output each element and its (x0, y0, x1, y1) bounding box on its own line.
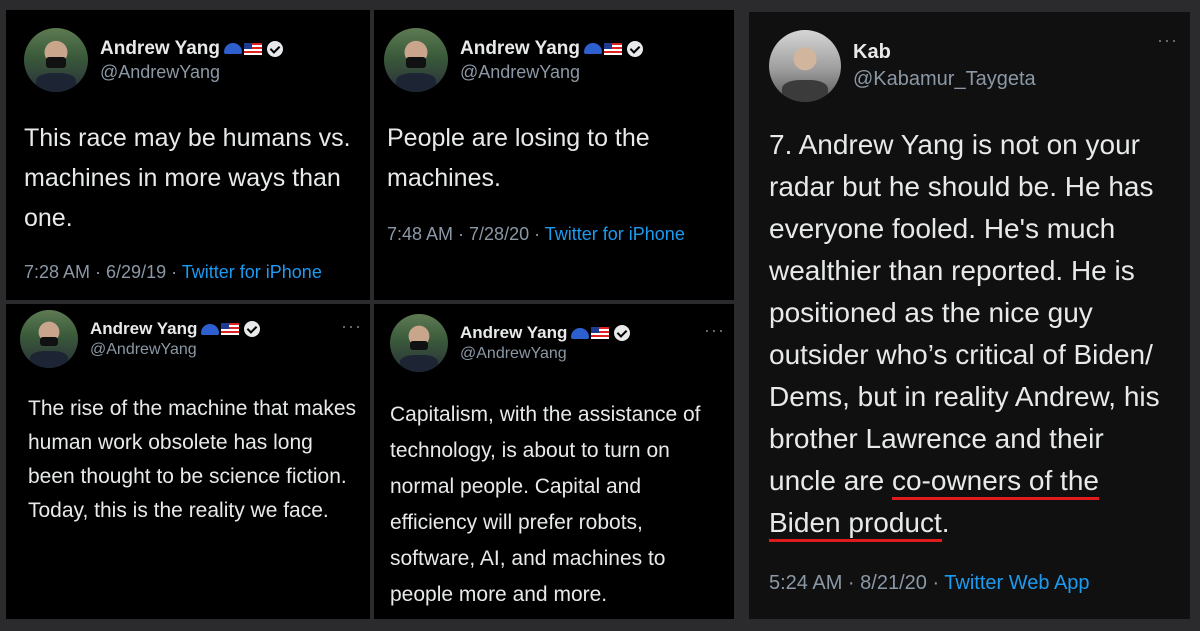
blue-cap-icon (201, 323, 220, 335)
tweet-source-link[interactable]: Twitter Web App (944, 572, 1089, 594)
avatar[interactable] (384, 28, 448, 92)
user-handle[interactable]: @AndrewYang (90, 341, 260, 359)
more-options-icon[interactable]: ··· (704, 320, 725, 341)
us-flag-icon (604, 42, 623, 55)
verified-badge-icon (614, 325, 631, 341)
display-name[interactable]: Andrew Yang (100, 38, 220, 60)
tweet-source-link[interactable]: Twitter for iPhone (182, 262, 322, 282)
display-name[interactable]: Andrew Yang (90, 319, 197, 339)
user-handle[interactable]: @AndrewYang (460, 345, 630, 363)
tweet-card-3: Andrew Yang @AndrewYang ··· The rise of … (6, 304, 370, 619)
tweet-card-1: Andrew Yang @AndrewYang This race may be… (6, 10, 370, 300)
tweet-time[interactable]: 5:24 AM · 8/21/20 · (769, 572, 944, 594)
more-options-icon[interactable]: ··· (341, 316, 362, 337)
tweet-timestamp[interactable]: 7:28 AM · 6/29/19 · Twitter for iPhone (24, 262, 322, 283)
tweet-text-end: . (941, 507, 950, 538)
blue-cap-icon (224, 43, 243, 54)
tweet-text-part: 7. Andrew Yang is not on your radar but … (769, 129, 1160, 496)
avatar[interactable] (769, 30, 841, 102)
user-handle[interactable]: @AndrewYang (100, 62, 283, 83)
avatar[interactable] (20, 310, 78, 368)
tweet-card-4: Andrew Yang @AndrewYang ··· Capitalism, … (374, 304, 734, 619)
verified-badge-icon (267, 40, 284, 57)
us-flag-icon (221, 323, 240, 335)
tweet-text: Capitalism, with the assistance of techn… (390, 403, 701, 606)
avatar[interactable] (390, 314, 448, 372)
tweet-text: 7. Andrew Yang is not on your radar but … (769, 124, 1174, 544)
tweet-source-link[interactable]: Twitter for iPhone (545, 224, 685, 244)
tweet-card-2: Andrew Yang @AndrewYang People are losin… (374, 10, 734, 300)
tweet-text: This race may be humans vs. machines in … (24, 124, 351, 232)
tweet-time[interactable]: 7:28 AM · 6/29/19 · (24, 262, 182, 282)
verified-badge-icon (627, 40, 644, 57)
more-options-icon[interactable]: ··· (1157, 30, 1178, 51)
display-name[interactable]: Andrew Yang (460, 323, 567, 343)
tweet-text: People are losing to the machines. (387, 124, 650, 192)
tweet-timestamp[interactable]: 5:24 AM · 8/21/20 · Twitter Web App (769, 572, 1090, 595)
user-handle[interactable]: @AndrewYang (460, 62, 643, 83)
tweet-time[interactable]: 7:48 AM · 7/28/20 · (387, 224, 545, 244)
us-flag-icon (244, 42, 263, 55)
user-handle[interactable]: @Kabamur_Taygeta (853, 68, 1036, 91)
tweet-timestamp[interactable]: 7:48 AM · 7/28/20 · Twitter for iPhone (387, 224, 685, 245)
us-flag-icon (591, 327, 610, 339)
display-name[interactable]: Kab (853, 41, 891, 64)
blue-cap-icon (584, 43, 603, 54)
tweet-text: The rise of the machine that makes human… (28, 397, 356, 522)
tweet-card-5: Kab @Kabamur_Taygeta ··· 7. Andrew Yang … (749, 12, 1190, 619)
avatar[interactable] (24, 28, 88, 92)
verified-badge-icon (244, 321, 261, 337)
blue-cap-icon (571, 327, 590, 339)
display-name[interactable]: Andrew Yang (460, 38, 580, 60)
